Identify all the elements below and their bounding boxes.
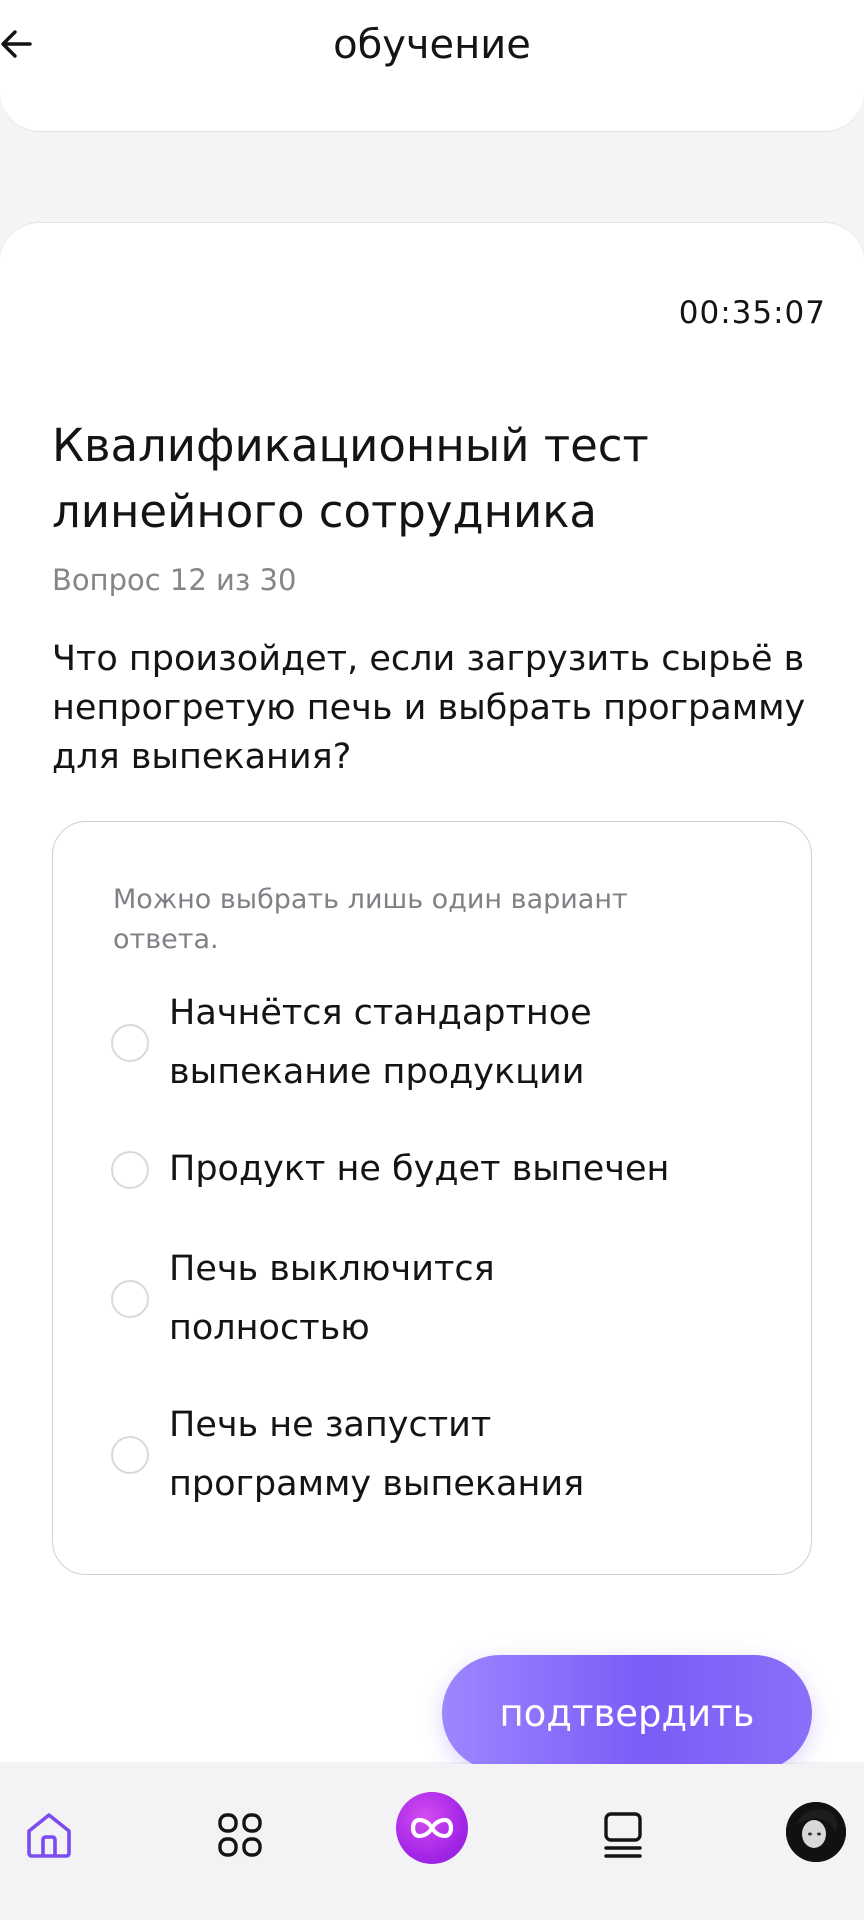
answer-option-2[interactable]: Продукт не будет выпечен <box>111 1140 771 1199</box>
bottom-navigation <box>0 1764 864 1920</box>
radio-button[interactable] <box>111 1280 149 1318</box>
answer-options-box: Можно выбрать лишь один вариант ответа. … <box>52 821 812 1575</box>
test-title: Квалификационный тест линейного сотрудни… <box>52 419 649 538</box>
answer-option-label: Печь выключится полностью <box>169 1249 495 1348</box>
question-counter: Вопрос 12 из 30 <box>52 563 297 597</box>
radio-button[interactable] <box>111 1150 149 1189</box>
home-icon <box>27 1813 71 1858</box>
confirm-button[interactable]: подтвердить <box>442 1655 812 1771</box>
avatar[interactable] <box>786 1802 846 1862</box>
answer-option-label: Начнётся стандартное выпекание продукции <box>169 993 592 1092</box>
answer-option-1[interactable]: Начнётся стандартное выпекание продукции <box>111 984 771 1102</box>
nav-home[interactable] <box>14 1800 84 1870</box>
top-bar: обучение <box>0 0 864 132</box>
nav-courses[interactable] <box>588 1800 658 1870</box>
answer-option-3[interactable]: Печь выключится полностью <box>111 1240 771 1358</box>
question-text: Что произойдет, если загрузить сырьё в н… <box>52 639 806 777</box>
infinity-icon <box>410 1817 454 1839</box>
avatar-image <box>786 1802 846 1862</box>
answer-option-4[interactable]: Печь не запустит программу выпекания <box>111 1396 771 1514</box>
test-card: 00:35:07 Квалификационный тест линейного… <box>0 222 864 1771</box>
test-timer: 00:35:07 <box>678 295 826 331</box>
nav-catalog[interactable] <box>205 1800 275 1870</box>
radio-button[interactable] <box>111 1024 149 1062</box>
radio-button[interactable] <box>111 1436 149 1474</box>
grid-icon <box>218 1813 262 1857</box>
list-icon <box>604 1812 642 1858</box>
answer-option-label: Печь не запустит программу выпекания <box>169 1405 585 1504</box>
answer-option-label: Продукт не будет выпечен <box>169 1149 670 1189</box>
nav-center-button[interactable] <box>396 1792 468 1864</box>
page-title: обучение <box>333 22 531 68</box>
answer-hint: Можно выбрать лишь один вариант ответа. <box>113 884 628 955</box>
